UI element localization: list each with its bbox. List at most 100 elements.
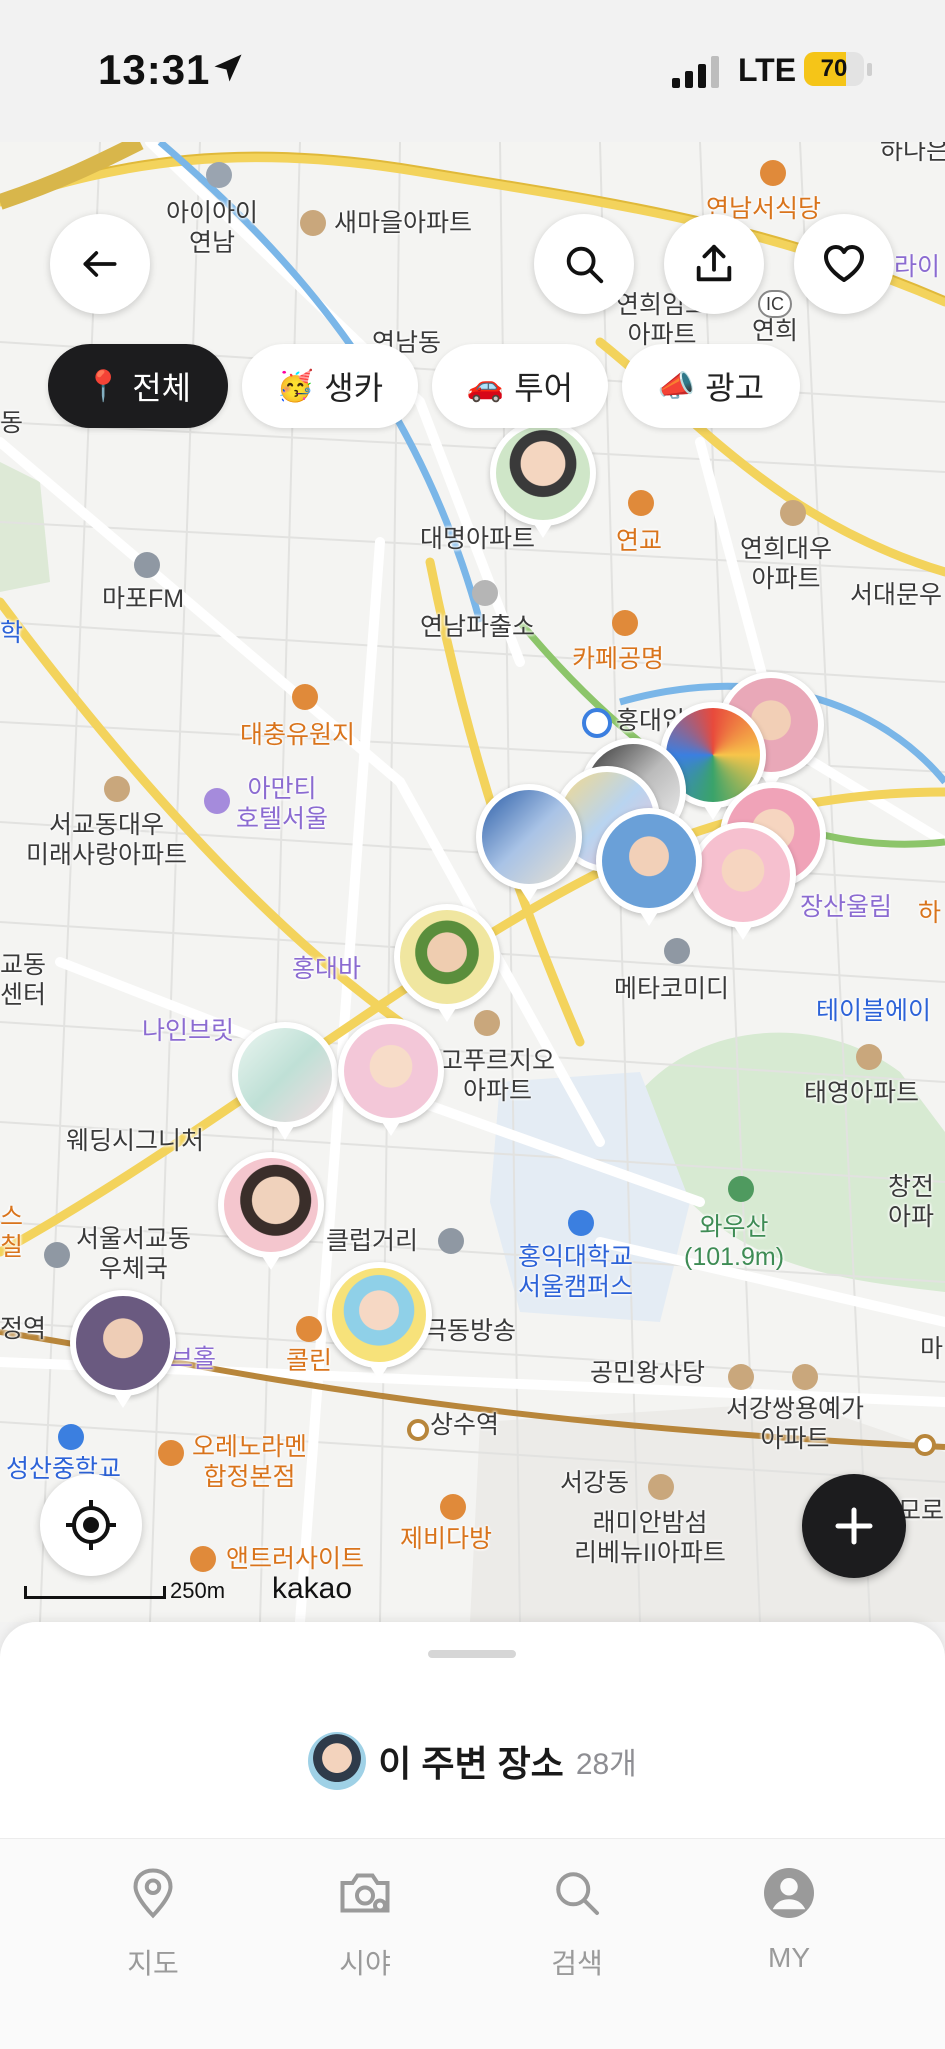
add-place-button[interactable] bbox=[802, 1474, 906, 1578]
poi-shrine-icon[interactable] bbox=[728, 1364, 754, 1390]
filter-chip-tour[interactable]: 🚗 투어 bbox=[432, 344, 608, 428]
tab-my[interactable]: MY bbox=[714, 1863, 864, 1974]
filter-chip-label: 광고 bbox=[705, 370, 765, 406]
poi-mountain-icon[interactable] bbox=[728, 1176, 754, 1202]
tab-bar: 지도 시야 검색 MY bbox=[0, 1838, 945, 2049]
place-marker[interactable] bbox=[596, 808, 702, 926]
place-marker[interactable] bbox=[690, 822, 796, 940]
back-button[interactable] bbox=[50, 214, 150, 314]
poi-apartment-icon[interactable] bbox=[856, 1044, 882, 1070]
my-location-button[interactable] bbox=[40, 1474, 142, 1576]
map-label: 래미안밤섬 리베뉴II아파트 bbox=[574, 1509, 726, 1567]
map-label: 학 bbox=[0, 619, 24, 647]
cellular-signal-icon bbox=[672, 56, 719, 88]
map-label: 태영아파트 bbox=[804, 1079, 920, 1107]
map-label: 마포FM bbox=[102, 585, 185, 613]
poi-apartment-icon[interactable] bbox=[104, 776, 130, 802]
map-label: 스 칠 bbox=[0, 1203, 24, 1261]
camera-icon bbox=[340, 1873, 390, 1913]
car-icon: 🚗 bbox=[466, 369, 505, 403]
map-label: 제비다방 bbox=[400, 1525, 493, 1553]
place-marker[interactable] bbox=[394, 904, 500, 1022]
poi-restaurant-icon[interactable] bbox=[158, 1440, 184, 1466]
map-label: 서교동대우 미래사랑아파트 bbox=[26, 811, 188, 869]
sheet-drag-handle[interactable] bbox=[428, 1650, 516, 1658]
nearby-places-sheet[interactable]: 이 주변 장소 28개 bbox=[0, 1622, 945, 1838]
map-label: 아만티 호텔서울 bbox=[236, 775, 329, 833]
poi-subway-icon[interactable] bbox=[582, 708, 612, 738]
tab-label: 검색 bbox=[551, 1948, 603, 1979]
poi-police-icon[interactable] bbox=[472, 580, 498, 606]
crosshair-icon bbox=[66, 1500, 116, 1550]
tab-search[interactable]: 검색 bbox=[502, 1863, 652, 1982]
map-provider-logo: kakao bbox=[272, 1572, 353, 1605]
tab-label: 지도 bbox=[127, 1948, 179, 1979]
map-label: 테이블에이 bbox=[816, 997, 932, 1025]
poi-landmark-icon[interactable] bbox=[206, 162, 232, 188]
map-label: 서강동 bbox=[560, 1469, 630, 1497]
place-marker[interactable] bbox=[218, 1152, 324, 1270]
map-label: 앤트러사이트 bbox=[226, 1545, 365, 1573]
tab-view[interactable]: 시야 bbox=[290, 1863, 440, 1982]
filter-chip-all[interactable]: 📍 전체 bbox=[48, 344, 228, 428]
place-marker[interactable] bbox=[476, 784, 582, 902]
map-label: 연교 bbox=[616, 527, 663, 555]
search-button[interactable] bbox=[534, 214, 634, 314]
poi-apartment-icon[interactable] bbox=[300, 210, 326, 236]
battery-percent: 70 bbox=[820, 55, 848, 82]
poi-school-icon[interactable] bbox=[58, 1424, 84, 1450]
filter-chip-ad[interactable]: 📣 광고 bbox=[622, 344, 800, 428]
map-label: 공민왕사당 bbox=[590, 1359, 706, 1387]
map-label: 고푸르지오 아파트 bbox=[440, 1047, 556, 1105]
heart-icon bbox=[824, 245, 864, 282]
poi-cafe-icon[interactable] bbox=[190, 1546, 216, 1572]
poi-music-icon[interactable] bbox=[664, 938, 690, 964]
plus-icon bbox=[835, 1507, 873, 1545]
map-label: 서대문우 bbox=[850, 581, 943, 609]
map-label: 동 bbox=[0, 409, 24, 437]
poi-flag-icon[interactable] bbox=[438, 1228, 464, 1254]
place-marker[interactable] bbox=[490, 420, 596, 538]
filter-chip-cafe-event[interactable]: 🥳 생카 bbox=[242, 344, 418, 428]
poi-university-icon[interactable] bbox=[568, 1210, 594, 1236]
share-icon bbox=[696, 244, 732, 282]
map-label: 아이아이 연남 bbox=[166, 199, 259, 257]
poi-cafe-icon[interactable] bbox=[292, 684, 318, 710]
filter-chip-label: 투어 bbox=[514, 370, 574, 406]
nearby-places-header: 이 주변 장소 28개 bbox=[0, 1732, 945, 1790]
poi-apartment-icon[interactable] bbox=[648, 1474, 674, 1500]
poi-broadcast-icon[interactable] bbox=[134, 552, 160, 578]
filter-chip-label: 생카 bbox=[324, 370, 384, 406]
scale-bar bbox=[24, 1586, 166, 1599]
tab-label: MY bbox=[768, 1942, 810, 1973]
map-label: 마 bbox=[920, 1335, 944, 1363]
profile-icon bbox=[764, 1868, 814, 1918]
favorite-button[interactable] bbox=[794, 214, 894, 314]
map-label: 서강쌍용예가 아파트 bbox=[726, 1395, 865, 1453]
share-button[interactable] bbox=[664, 214, 764, 314]
map-label: 홍익대학교 서울캠퍼스 bbox=[518, 1243, 634, 1301]
place-marker[interactable] bbox=[326, 1262, 432, 1380]
filter-chip-label: 전체 bbox=[132, 370, 192, 406]
poi-apartment-icon[interactable] bbox=[474, 1010, 500, 1036]
place-marker[interactable] bbox=[232, 1022, 338, 1140]
poi-cafe-icon[interactable] bbox=[296, 1316, 322, 1342]
map-label: 홍대바 bbox=[292, 955, 362, 983]
poi-restaurant-icon[interactable] bbox=[628, 490, 654, 516]
poi-restaurant-icon[interactable] bbox=[760, 160, 786, 186]
map-label: 서울서교동 우체국 bbox=[76, 1225, 192, 1283]
place-marker[interactable] bbox=[70, 1290, 176, 1408]
location-arrow-icon bbox=[214, 54, 242, 82]
poi-hotel-icon[interactable] bbox=[204, 788, 230, 814]
poi-apartment-icon[interactable] bbox=[792, 1364, 818, 1390]
poi-cafe-icon[interactable] bbox=[612, 610, 638, 636]
map-label: 극동방송 bbox=[424, 1317, 517, 1345]
tab-map[interactable]: 지도 bbox=[78, 1863, 228, 1982]
map-label: 오레노라멘 합정본점 bbox=[192, 1433, 308, 1491]
place-marker[interactable] bbox=[338, 1018, 444, 1136]
nearby-count: 28개 bbox=[575, 1748, 637, 1781]
poi-apartment-icon[interactable] bbox=[780, 500, 806, 526]
map-label: 교동 센터 bbox=[0, 951, 47, 1009]
poi-post-office-icon[interactable] bbox=[44, 1242, 70, 1268]
poi-cafe-icon[interactable] bbox=[440, 1494, 466, 1520]
